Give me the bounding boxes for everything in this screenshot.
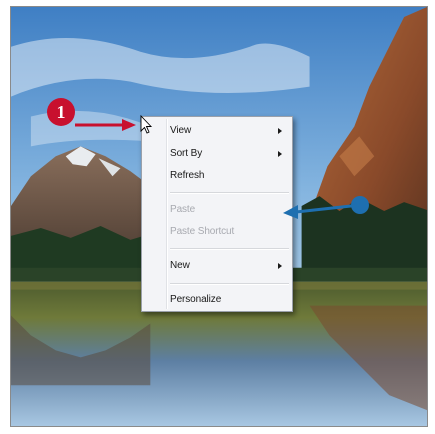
menu-separator [170, 248, 289, 250]
submenu-arrow-icon [278, 151, 282, 157]
menu-separator [170, 283, 289, 285]
menu-item-label: Paste Shortcut [170, 226, 235, 237]
menu-item-view[interactable]: View [170, 122, 288, 140]
menu-item-refresh[interactable]: Refresh [170, 167, 288, 185]
menu-item-personalize[interactable]: Personalize [170, 291, 288, 309]
menu-item-label: Paste [170, 204, 196, 215]
menu-item-label: Refresh [170, 170, 205, 181]
menu-item-paste[interactable]: Paste [170, 201, 288, 219]
menu-separator [170, 192, 289, 194]
menu-item-label: Personalize [170, 294, 222, 305]
desktop[interactable]: View Sort By Refresh Paste Paste Shortcu… [10, 6, 428, 427]
menu-item-sort-by[interactable]: Sort By [170, 145, 288, 163]
submenu-arrow-icon [278, 128, 282, 134]
menu-item-label: View [170, 125, 192, 136]
menu-item-label: New [170, 260, 190, 271]
step-callout-badge: 1 [47, 98, 75, 126]
submenu-arrow-icon [278, 263, 282, 269]
desktop-context-menu: View Sort By Refresh Paste Paste Shortcu… [141, 116, 293, 312]
menu-item-label: Sort By [170, 148, 203, 159]
menu-item-new[interactable]: New [170, 257, 288, 275]
menu-item-paste-shortcut[interactable]: Paste Shortcut [170, 223, 288, 241]
